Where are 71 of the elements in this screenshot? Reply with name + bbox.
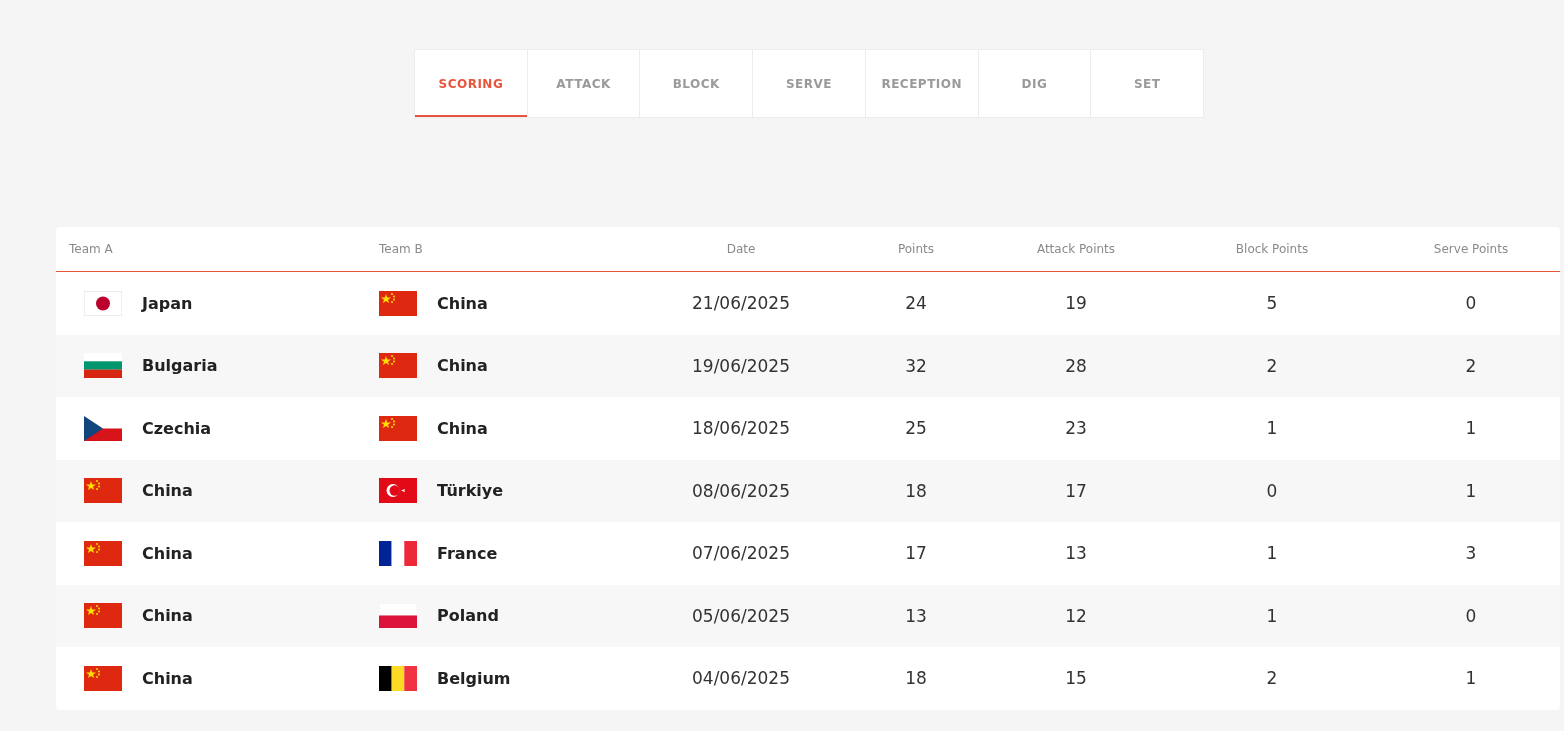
- table-cell-text: 18/06/2025: [691, 418, 791, 439]
- table-cell-text: 32: [904, 355, 928, 376]
- table-cell-text: 05/06/2025: [691, 605, 791, 626]
- table-cell-text: 19/06/2025: [691, 355, 791, 376]
- team-name: Türkiye: [437, 481, 504, 501]
- flag-icon: [379, 603, 417, 629]
- flag-icon: [379, 478, 417, 504]
- flag-icon: [379, 415, 417, 441]
- team-name: China: [142, 481, 193, 501]
- table-cell-text: 2: [1265, 355, 1279, 376]
- table-cell-text: 19: [1064, 293, 1088, 314]
- table-cell-text: 15: [1064, 668, 1088, 689]
- team-name: China: [142, 668, 193, 688]
- column-header: Points: [896, 242, 935, 256]
- column-header: Date: [725, 242, 757, 256]
- column-header: Team A: [68, 242, 114, 256]
- flag-icon: [379, 353, 417, 379]
- flag-icon: [84, 665, 122, 691]
- table-cell-text: 2: [1265, 668, 1279, 689]
- table-cell-text: 08/06/2025: [691, 480, 791, 501]
- table-cell-text: 1: [1464, 480, 1478, 501]
- table-cell-text: 18: [904, 480, 928, 501]
- column-header: Team B: [378, 242, 424, 256]
- team-name: China: [142, 606, 193, 626]
- flag-icon: [379, 665, 417, 691]
- team-name: Bulgaria: [142, 356, 218, 376]
- flag-icon: [84, 290, 122, 316]
- table-cell-text: 2: [1464, 355, 1478, 376]
- table-cell-text: 1: [1265, 543, 1279, 564]
- flag-icon: [84, 540, 122, 566]
- flag-icon: [379, 290, 417, 316]
- table-cell-text: 23: [1064, 418, 1088, 439]
- table-cell-text: 12: [1064, 605, 1088, 626]
- table-cell-text: 0: [1464, 293, 1478, 314]
- flag-icon: [84, 478, 122, 504]
- table-cell-text: 17: [1064, 480, 1088, 501]
- team-name: Belgium: [437, 668, 511, 688]
- table-cell-text: 5: [1265, 293, 1279, 314]
- table-cell-text: 24: [904, 293, 928, 314]
- table-cell-text: 13: [904, 605, 928, 626]
- flag-icon: [84, 353, 122, 379]
- tab[interactable]: SCORING: [415, 50, 528, 117]
- table-cell-text: 04/06/2025: [691, 668, 791, 689]
- table-cell-text: 1: [1265, 418, 1279, 439]
- table-cell-text: 0: [1265, 480, 1279, 501]
- flag-icon: [84, 415, 122, 441]
- table-cell-text: 0: [1464, 605, 1478, 626]
- team-name: China: [437, 356, 488, 376]
- column-header: Attack Points: [1035, 242, 1117, 256]
- flag-icon: [84, 603, 122, 629]
- team-name: Poland: [437, 606, 499, 626]
- table-cell-text: 1: [1464, 418, 1478, 439]
- column-header: Serve Points: [1432, 242, 1510, 256]
- team-name: Japan: [142, 293, 193, 313]
- table-cell-text: 1: [1265, 605, 1279, 626]
- table-cell-text: 21/06/2025: [691, 293, 791, 314]
- table-cell-text: 13: [1064, 543, 1088, 564]
- team-name: China: [437, 293, 488, 313]
- table-cell-text: 07/06/2025: [691, 543, 791, 564]
- team-name: Czechia: [142, 418, 212, 438]
- team-name: China: [142, 543, 193, 563]
- table-cell-text: 1: [1464, 668, 1478, 689]
- column-header: Block Points: [1234, 242, 1310, 256]
- table-cell-text: 25: [904, 418, 928, 439]
- team-name: France: [437, 543, 498, 563]
- table-cell-text: 17: [904, 543, 928, 564]
- team-name: China: [437, 418, 488, 438]
- flag-icon: [379, 540, 417, 566]
- table-cell-text: 3: [1464, 543, 1478, 564]
- table-cell-text: 18: [904, 668, 928, 689]
- table-cell-text: 28: [1064, 355, 1088, 376]
